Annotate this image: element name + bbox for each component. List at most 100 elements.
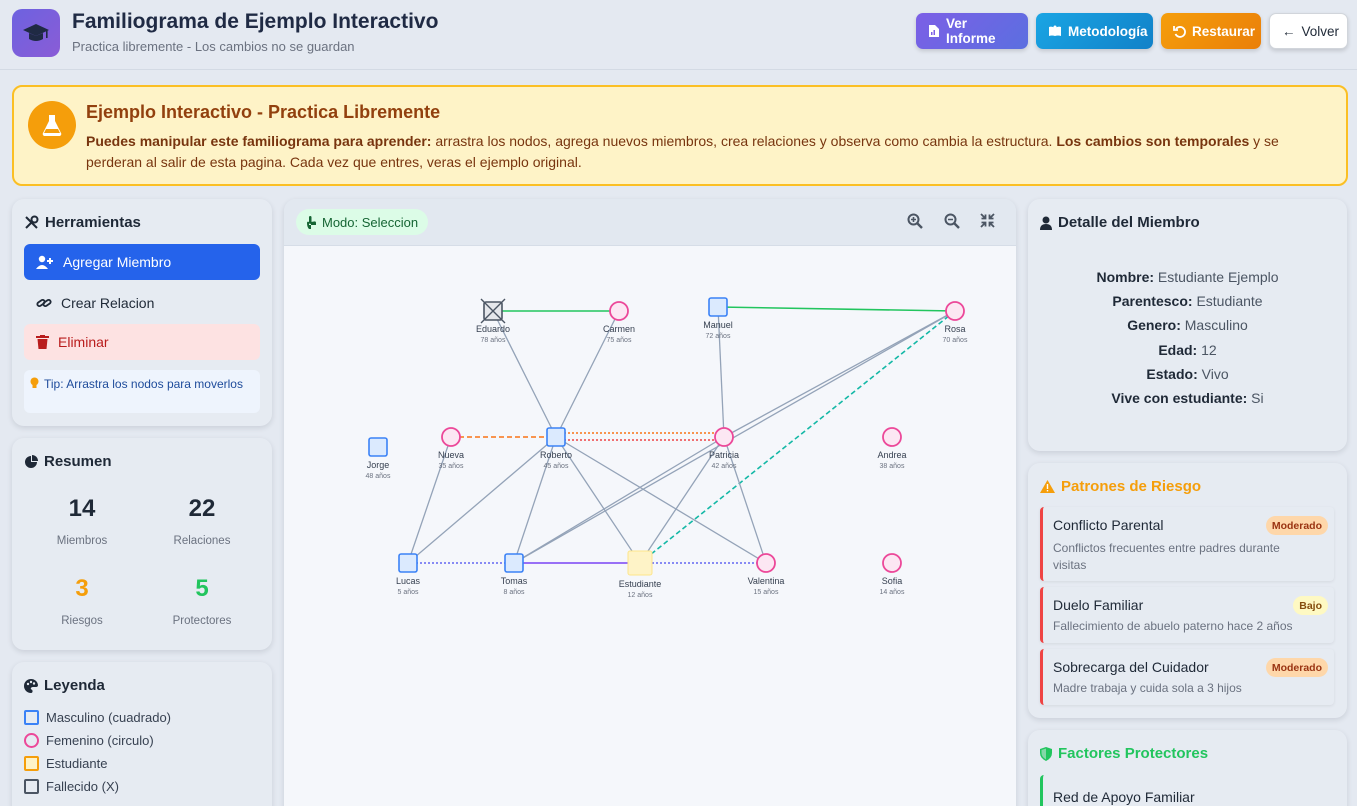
- node-name: Roberto: [540, 450, 572, 460]
- detail-row: Nombre: Estudiante Ejemplo: [1028, 269, 1347, 285]
- member-node[interactable]: Tomas 8 años: [501, 553, 528, 596]
- node-name: Carmen: [603, 324, 635, 334]
- node-age: 12 años: [628, 592, 653, 599]
- tools-icon: [25, 215, 39, 229]
- member-node[interactable]: Eduardo 78 años: [476, 298, 510, 344]
- node-name: Patricia: [709, 450, 739, 460]
- tip-box: Tip: Arrastra los nodos para moverlos: [24, 370, 260, 413]
- add-member-label: Agregar Miembro: [63, 254, 172, 270]
- palette-icon: [24, 678, 38, 693]
- undo-icon: [1173, 25, 1186, 38]
- arrow-left-icon: ←: [1282, 23, 1296, 39]
- node-name: Tomas: [501, 576, 528, 586]
- legend-deceased: Fallecido (X): [24, 779, 119, 794]
- tip-text: Tip: Arrastra los nodos para moverlos: [44, 377, 243, 391]
- risk-title: Patrones de Riesgo: [1040, 478, 1201, 495]
- mode-indicator: Modo: Seleccion: [296, 209, 429, 235]
- detail-title: Detalle del Miembro: [1040, 214, 1200, 231]
- banner-text: Puedes manipular este familiograma para …: [86, 131, 1338, 173]
- metodologia-button[interactable]: Metodología: [1036, 13, 1153, 49]
- member-node[interactable]: Carmen 75 años: [603, 301, 635, 344]
- legend-title-label: Leyenda: [44, 677, 105, 694]
- node-name: Nueva: [438, 450, 464, 460]
- member-node[interactable]: Andrea 38 años: [877, 427, 907, 470]
- warning-icon: [1040, 480, 1055, 493]
- genogram-graph[interactable]: Eduardo 78 años Carmen 75 años Manuel 72 años…: [284, 246, 1016, 806]
- risk-item-desc: Madre trabaja y cuida sola a 3 hijos: [1053, 681, 1242, 695]
- legend-female: Femenino (circulo): [24, 733, 154, 748]
- member-node[interactable]: Nueva 35 años: [438, 427, 464, 470]
- relation-line[interactable]: [723, 310, 956, 438]
- risk-level-badge: Bajo: [1293, 596, 1328, 615]
- stat-relations-label: Relaciones: [173, 535, 231, 547]
- relation-line[interactable]: [717, 306, 956, 312]
- add-member-button[interactable]: Agregar Miembro: [24, 244, 260, 280]
- risk-item[interactable]: Duelo Familiar Bajo Fallecimiento de abu…: [1040, 587, 1334, 643]
- detail-label: Estado:: [1146, 366, 1198, 382]
- protective-title: Factores Protectores: [1040, 745, 1208, 762]
- detail-title-label: Detalle del Miembro: [1058, 214, 1200, 231]
- stat-protectors: 5 Protectores: [142, 575, 262, 627]
- node-age: 38 años: [880, 463, 905, 470]
- male-node-shape: [546, 427, 566, 447]
- volver-button[interactable]: ← Volver: [1269, 13, 1348, 49]
- summary-title: Resumen: [24, 453, 112, 470]
- node-age: 15 años: [754, 589, 779, 596]
- delete-label: Eliminar: [58, 334, 109, 350]
- member-node[interactable]: Sofia 14 años: [880, 553, 905, 596]
- member-node[interactable]: Valentina 15 años: [748, 553, 785, 596]
- detail-value: Estudiante Ejemplo: [1157, 269, 1279, 285]
- delete-button[interactable]: Eliminar: [24, 324, 260, 360]
- book-open-icon: [1049, 25, 1061, 36]
- female-node-shape: [882, 553, 902, 573]
- compress-icon[interactable]: [980, 213, 995, 228]
- member-node[interactable]: Rosa 70 años: [943, 301, 968, 344]
- detail-label: Edad:: [1158, 342, 1198, 358]
- summary-title-label: Resumen: [44, 453, 112, 470]
- link-icon: [36, 298, 52, 308]
- female-node-shape: [882, 427, 902, 447]
- info-banner: Ejemplo Interactivo - Practica Librement…: [12, 85, 1348, 186]
- stat-members-value: 14: [68, 495, 96, 522]
- risk-patterns-panel: Patrones de Riesgo Conflicto Parental Mo…: [1028, 463, 1347, 718]
- user-icon: [1040, 216, 1052, 230]
- ver-informe-button[interactable]: Ver Informe: [916, 13, 1028, 49]
- legend-student: Estudiante: [24, 756, 107, 771]
- node-age: 48 años: [366, 473, 391, 480]
- detail-value: Vivo: [1201, 366, 1229, 382]
- detail-value: 12: [1201, 342, 1217, 358]
- restaurar-button[interactable]: Restaurar: [1161, 13, 1261, 49]
- trash-icon: [36, 335, 49, 349]
- member-node[interactable]: Roberto 45 años: [540, 427, 572, 470]
- node-age: 8 años: [503, 589, 525, 596]
- zoom-out-icon[interactable]: [944, 213, 960, 229]
- risk-item[interactable]: Conflicto Parental Moderado Conflictos f…: [1040, 507, 1334, 581]
- member-node[interactable]: Jorge 48 años: [366, 437, 391, 480]
- node-name: Eduardo: [476, 324, 510, 334]
- create-relation-button[interactable]: Crear Relacion: [24, 285, 260, 321]
- banner-bold-1: Puedes manipular este familiograma para …: [86, 133, 432, 149]
- risk-level-badge: Moderado: [1265, 516, 1328, 535]
- legend-male: Masculino (cuadrado): [24, 710, 171, 725]
- relation-line[interactable]: [639, 310, 956, 564]
- relation-line[interactable]: [407, 436, 557, 564]
- risk-item-title: Sobrecarga del Cuidador: [1053, 659, 1209, 675]
- protective-title-label: Factores Protectores: [1058, 745, 1209, 762]
- stat-risks-label: Riesgos: [61, 615, 103, 627]
- risk-item[interactable]: Sobrecarga del Cuidador Moderado Madre t…: [1040, 649, 1334, 705]
- volver-label: Volver: [1301, 23, 1340, 39]
- detail-label: Vive con estudiante:: [1111, 390, 1248, 406]
- restaurar-label: Restaurar: [1192, 23, 1256, 39]
- protective-item[interactable]: Red de Apoyo Familiar: [1040, 775, 1334, 806]
- zoom-in-icon[interactable]: [907, 213, 923, 229]
- legend-deceased-label: Fallecido (X): [46, 779, 119, 794]
- stat-members-label: Miembros: [56, 535, 108, 547]
- member-detail-panel: Detalle del Miembro Nombre: Estudiante E…: [1028, 199, 1347, 451]
- graduation-cap-icon: [12, 9, 60, 57]
- node-name: Estudiante: [619, 579, 662, 589]
- member-node[interactable]: Estudiante 12 años: [619, 550, 662, 599]
- female-node-shape: [441, 427, 461, 447]
- member-node[interactable]: Lucas 5 años: [396, 553, 421, 596]
- student-square-icon: [24, 756, 39, 771]
- node-age: 72 años: [706, 333, 731, 340]
